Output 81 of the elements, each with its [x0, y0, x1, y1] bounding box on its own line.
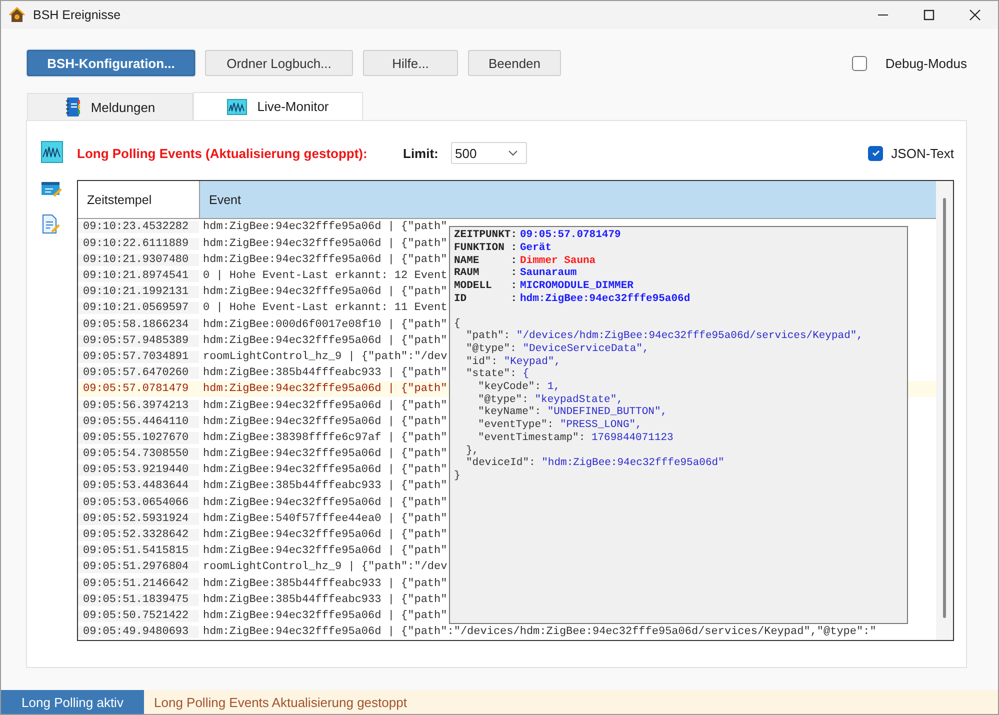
- info-label: FUNKTION :: [454, 242, 518, 255]
- table-cell: 09:05:51.5415815: [78, 545, 199, 558]
- table-cell-text: hdm:ZigBee:94ec32fffe95a06d | {"path": [202, 545, 448, 558]
- table-cell-text: hdm:ZigBee:94ec32fffe95a06d | {"path": [202, 254, 448, 266]
- json-line: },: [466, 444, 480, 457]
- table-cell-text: hdm:ZigBee:38398ffffe6c97af | {"path": [202, 432, 448, 444]
- table-cell: 09:05:51.2146642: [78, 578, 199, 590]
- section-title: Long Polling Events (Aktualisierung gestoppt):: [77, 146, 368, 161]
- table-cell: 09:10:21.0569597: [78, 302, 199, 314]
- table-cell-text: hdm:ZigBee:94ec32fffe95a06d | {"path": [202, 448, 448, 460]
- table-cell: 09:10:21.9307480: [78, 254, 199, 266]
- table-cell-text: hdm:ZigBee:94ec32fffe95a06d | {"path": [202, 416, 448, 428]
- table-cell: 09:05:53.0654066: [78, 496, 199, 509]
- table-cell-text: hdm:ZigBee:94ec32fffe95a06d | {"path": [202, 496, 448, 509]
- table-cell: 09:05:53.9219440: [78, 464, 199, 476]
- table-cell-text: hdm:ZigBee:94ec32fffe95a06d | {"path": [202, 400, 448, 412]
- json-line: "@type": "DeviceServiceData",: [466, 342, 650, 356]
- table-cell: 09:05:57.6470260: [78, 367, 199, 380]
- info-value: hdm:ZigBee:94ec32fffe95a06d: [520, 292, 690, 306]
- table-cell: 09:05:53.4483644: [78, 480, 199, 492]
- table-cell-text: hdm:ZigBee:385b44fffeabc933 | {"path": [202, 578, 448, 590]
- info-value: Saunaraum: [520, 267, 577, 280]
- json-line: "path": "/devices/hdm:ZigBee:94ec32fffe95a06d/services/Keypad",: [466, 330, 864, 343]
- table-cell-text: hdm:ZigBee:94ec32fffe95a06d | {"path":"/devices/hdm:ZigBee:94ec32fffe95a06d/services/Keypad","@type":": [202, 626, 876, 638]
- json-line: "@type": "keypadState",: [478, 394, 624, 406]
- info-value: 09:05:57.0781479: [520, 229, 621, 242]
- json-line: "keyName": "UNDEFINED_BUTTON",: [478, 406, 668, 419]
- table-cell: 09:05:52.3328642: [78, 529, 199, 541]
- table-cell-text: roomLightControl_hz_9 | {"path":"/dev: [202, 350, 448, 363]
- status-indicator: Long Polling aktiv: [1, 690, 144, 714]
- json-line: "eventTimestamp": 1769844071123: [478, 432, 674, 445]
- table-cell: 09:05:57.7034891: [78, 350, 199, 363]
- table-cell-text: hdm:ZigBee:385b44fffeabc933 | {"path": [202, 480, 448, 492]
- table-cell: 09:05:52.5931924: [78, 512, 199, 525]
- info-label: RAUM :: [454, 267, 518, 280]
- json-line: }: [454, 470, 462, 483]
- table-cell: 09:05:51.2976804: [78, 561, 199, 574]
- json-line: {: [454, 318, 462, 330]
- table-cell: 09:05:54.7308550: [78, 448, 199, 460]
- table-cell-text: hdm:ZigBee:94ec32fffe95a06d | {"path": [202, 383, 448, 396]
- table-cell-text: hdm:ZigBee:385b44fffeabc933 | {"path": [202, 367, 448, 380]
- table-cell-text: hdm:ZigBee:94ec32fffe95a06d | {"path": [202, 610, 448, 622]
- table-cell-text: hdm:ZigBee:94ec32fffe95a06d | {"path": [202, 286, 448, 298]
- table-cell: 09:05:55.1027670: [78, 432, 199, 444]
- table-cell: 09:10:21.8974541: [78, 270, 199, 282]
- table-cell-text: hdm:ZigBee:385b44fffeabc933 | {"path": [202, 594, 448, 606]
- table-cell: 09:05:50.7521422: [78, 610, 199, 622]
- info-label: NAME :: [454, 254, 518, 268]
- table-cell: 09:05:51.1839475: [78, 594, 199, 606]
- info-label: ZEITPUNKT:: [454, 229, 518, 242]
- window-title: BSH Ereignisse: [33, 8, 121, 22]
- table-cell-text: hdm:ZigBee:94ec32fffe95a06d | {"path": [202, 334, 448, 347]
- table-cell-text: hdm:ZigBee:94ec32fffe95a06d | {"path": [202, 238, 448, 250]
- table-cell: 09:05:49.9480693: [78, 626, 199, 638]
- table-cell: 09:10:21.1992131: [78, 286, 199, 298]
- json-line: "keyCode": 1,: [478, 381, 561, 394]
- info-value: Gerät: [520, 242, 552, 255]
- table-cell-text: roomLightControl_hz_9 | {"path":"/dev: [202, 561, 448, 574]
- table-cell-text: hdm:ZigBee:540f57fffee44ea0 | {"path": [202, 512, 448, 525]
- info-value: Dimmer Sauna: [520, 254, 596, 268]
- table-cell-text: 0 | Hohe Event-Last erkannt: 12 Event: [202, 270, 448, 282]
- json-line: "deviceId": "hdm:ZigBee:94ec32fffe95a06d": [466, 457, 726, 470]
- table-cell-text: hdm:ZigBee:000d6f0017e08f10 | {"path": [202, 318, 448, 331]
- limit-label: Limit:: [403, 146, 440, 161]
- table-cell-text: hdm:ZigBee:94ec32fffe95a06d | {"path": [202, 529, 448, 541]
- json-line: "eventType": "PRESS_LONG",: [478, 419, 643, 432]
- table-cell: 09:05:57.9485389: [78, 334, 199, 347]
- info-value: MICROMODULE_DIMMER: [520, 280, 634, 293]
- table-cell-text: hdm:ZigBee:94ec32fffe95a06d | {"path": [202, 221, 448, 234]
- info-label: ID :: [454, 292, 518, 306]
- json-line: "id": "Keypad",: [466, 356, 562, 368]
- table-cell: 09:05:55.4464110: [78, 416, 199, 428]
- status-message: Long Polling Events Aktualisierung gestoppt: [153, 694, 407, 710]
- table-cell: 09:05:56.3974213: [78, 400, 199, 412]
- table-cell: 09:10:23.4532282: [78, 221, 199, 234]
- table-cell-text: 0 | Hohe Event-Last erkannt: 11 Event: [202, 302, 448, 314]
- table-cell: 09:05:58.1866234: [78, 318, 199, 331]
- table-cell-text: hdm:ZigBee:94ec32fffe95a06d | {"path": [202, 464, 448, 476]
- json-line: "state": {: [466, 368, 530, 381]
- info-label: MODELL :: [454, 280, 518, 293]
- table-cell: 09:10:22.6111889: [78, 238, 199, 250]
